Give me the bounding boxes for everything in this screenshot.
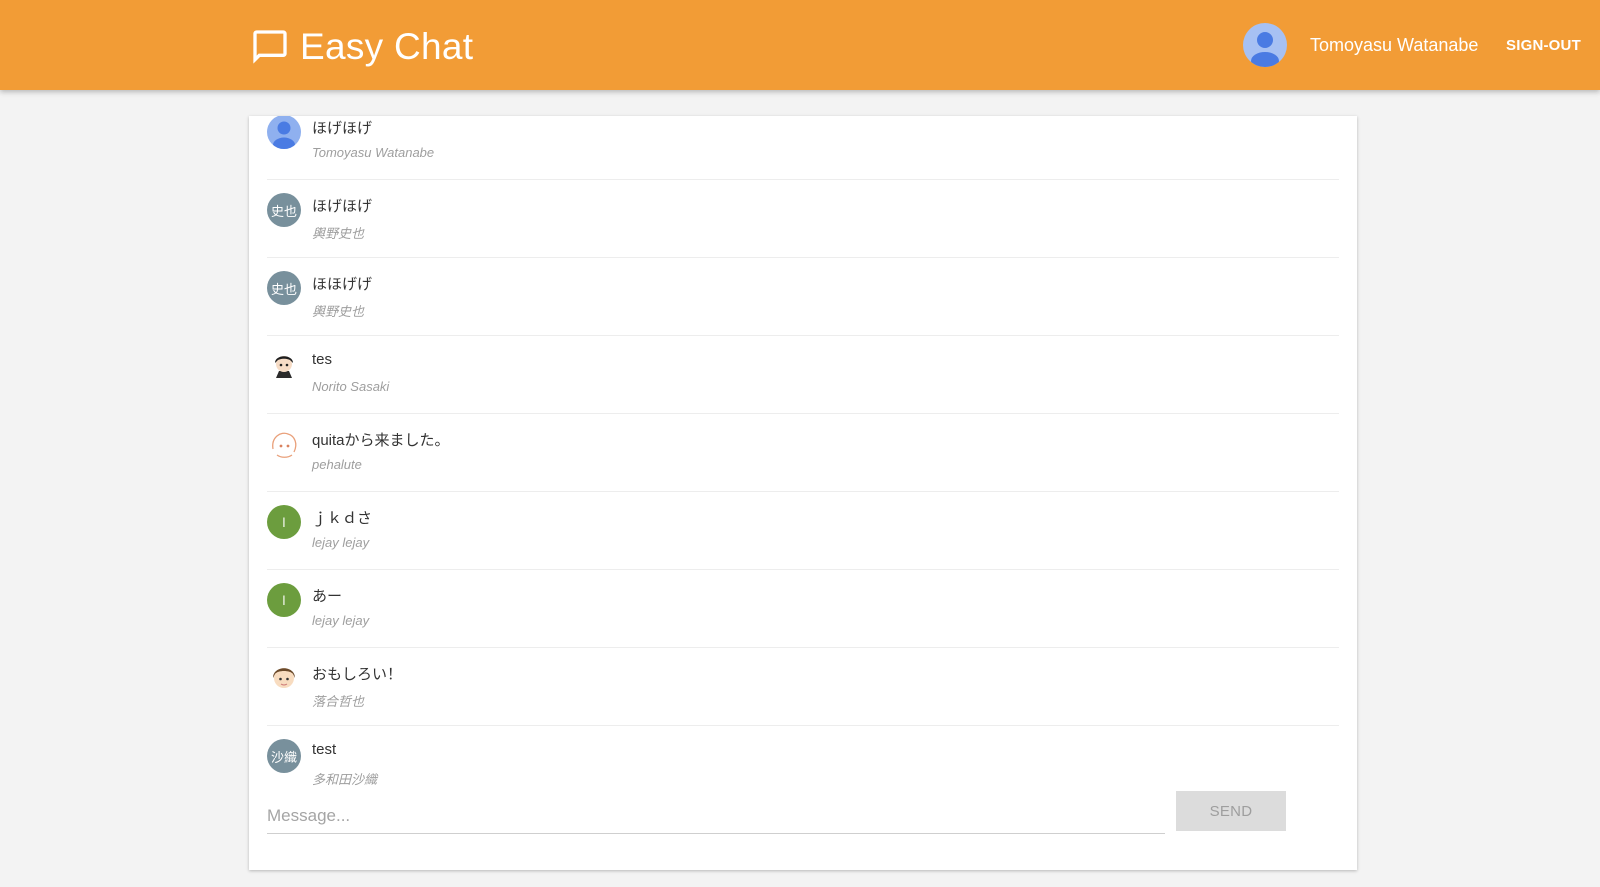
message-text: ｊｋｄさ (312, 510, 373, 527)
avatar-initials: 史也 (270, 281, 297, 297)
message-author: 多和田沙織 (312, 772, 378, 787)
sign-out-button[interactable]: SIGN-OUT (1506, 37, 1581, 54)
brand: Easy Chat (250, 26, 473, 68)
avatar-initials: 沙織 (270, 749, 297, 765)
avatar-initials: 史也 (270, 203, 297, 219)
message-item: 史也 ほほげげ輿野史也 (267, 258, 1339, 336)
message-input[interactable] (267, 798, 1165, 834)
send-button[interactable]: SEND (1176, 791, 1286, 831)
message-text: quitaから来ました。 (312, 432, 450, 449)
message-author: 輿野史也 (312, 304, 365, 319)
initials-avatar: l (267, 583, 301, 617)
avatar-initials: l (282, 592, 286, 608)
initials-avatar: 史也 (267, 271, 301, 305)
message-text: tes (312, 351, 333, 368)
message-author: Norito Sasaki (312, 379, 390, 394)
message-item: tes Norito Sasaki (267, 336, 1339, 414)
message-item: 史也 ほげほげ輿野史也 (267, 180, 1339, 258)
message-author: pehalute (312, 457, 362, 472)
initials-avatar: 沙織 (267, 739, 301, 773)
person-icon (1251, 32, 1279, 67)
message-item: ほげほげ Tomoyasu Watanabe (267, 116, 1339, 180)
message-text: ほげほげ (312, 120, 373, 137)
message-text: ほほげげ (312, 276, 373, 293)
message-author: lejay lejay (312, 535, 370, 550)
message-item: おもしろい！ 落合哲也 (267, 648, 1339, 726)
message-author: 輿野史也 (312, 226, 365, 241)
initials-avatar: 史也 (267, 193, 301, 227)
app-title: Easy Chat (300, 26, 474, 67)
sketch-girl-icon (267, 427, 301, 461)
message-text: おもしろい！ (312, 666, 403, 683)
message-item: l あー lejay lejay (267, 570, 1339, 648)
avatar-initials: l (282, 514, 286, 530)
boy-dark-hair-icon (267, 349, 301, 383)
message-text: ほげほげ (312, 198, 373, 215)
message-list[interactable]: ほげほげ Tomoyasu Watanabe 史也 ほげほげ 輿野史也 史也 ほほげげ 輿野史… (267, 116, 1339, 804)
message-text: あー (312, 588, 343, 605)
message-item: l ｊｋｄさ lejay lejay (267, 492, 1339, 570)
message-author: lejay lejay (312, 613, 370, 628)
user-avatar (1243, 23, 1287, 67)
boy-brown-hair-icon (267, 661, 301, 695)
message-item: quitaから来ました。 pehalute (267, 414, 1339, 492)
message-composer: SEND (267, 791, 1339, 848)
initials-avatar: l (267, 505, 301, 539)
user-name: Tomoyasu Watanabe (1310, 35, 1479, 55)
message-author: Tomoyasu Watanabe (312, 145, 435, 160)
chat-card: ほげほげ Tomoyasu Watanabe 史也 ほげほげ 輿野史也 史也 ほほげげ 輿野史… (249, 116, 1357, 870)
message-text: test (312, 741, 337, 758)
person-icon (267, 116, 301, 149)
app-header: Easy Chat Tomoyasu Watanabe SIGN-OUT (0, 0, 1600, 90)
message-author: 落合哲也 (312, 694, 365, 709)
chat-bubble-icon (253, 30, 287, 64)
